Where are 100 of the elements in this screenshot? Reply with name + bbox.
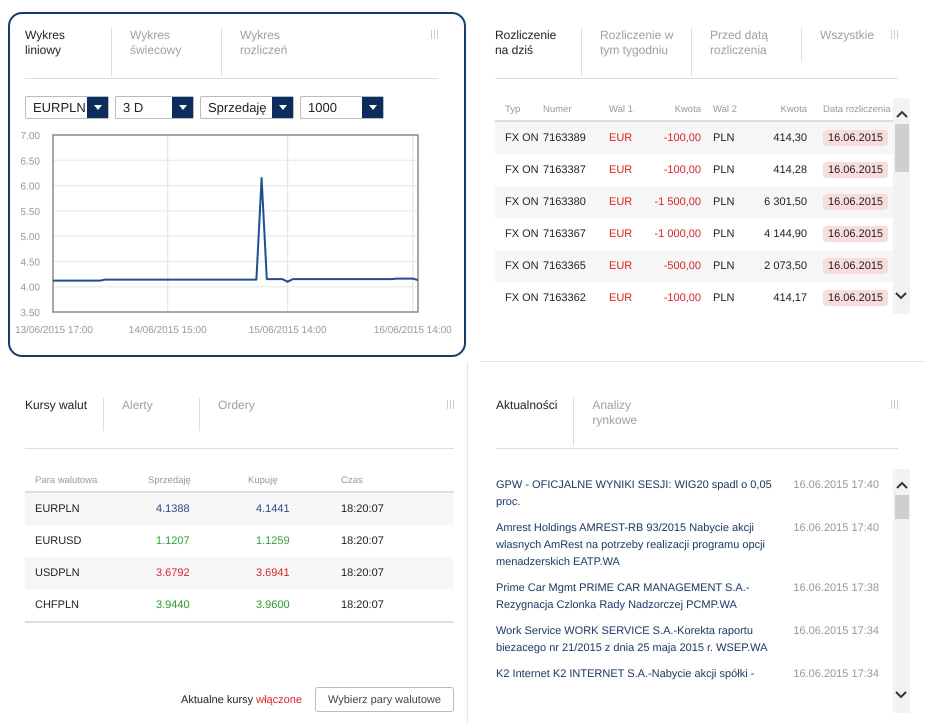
table-cell-text: EUR <box>608 228 634 240</box>
table-cell-text: 4 144,90 <box>763 228 808 240</box>
grip-icon[interactable] <box>431 30 438 39</box>
column-header: Data rozliczenia <box>822 104 892 114</box>
table-cell-text: PLN <box>712 196 736 208</box>
table-cell-text: -1 500,00 <box>654 196 702 208</box>
date-badge: 16.06.2015 <box>823 162 888 178</box>
table-cell-text: 7163389 <box>543 132 587 144</box>
scrollbar[interactable] <box>893 469 910 713</box>
table-cell-text: EUR <box>608 196 634 208</box>
table-cell-text: 18:20:07 <box>341 535 385 547</box>
scroll-thumb[interactable] <box>894 124 908 172</box>
dropdown[interactable]: 3 D <box>115 96 194 119</box>
tick-label: 6.50 <box>20 156 40 168</box>
table-cell-text: 3.6941 <box>255 567 291 579</box>
date-badge: 16.06.2015 <box>823 226 888 242</box>
table-cell-text: 1.1259 <box>255 535 291 547</box>
table-cell-text: 3.9600 <box>255 599 291 611</box>
column-header: Wal 2 <box>712 104 738 114</box>
column-header: Kwota <box>780 104 808 114</box>
rates-tab[interactable]: Kursy walut <box>25 398 104 431</box>
grip-icon[interactable] <box>447 400 454 409</box>
settlement-tab[interactable]: Rozliczenie na dziś <box>495 28 581 76</box>
news-headline-link[interactable]: K2 Internet K2 INTERNET S.A.-Nabycie akcji spółki - <box>496 666 792 683</box>
tick-label: 14/06/2015 15:00 <box>128 325 207 336</box>
table-cell-text: 414,30 <box>772 132 808 144</box>
scrollbar[interactable] <box>893 98 910 314</box>
table-cell-text: EUR <box>608 292 634 304</box>
date-badge: 16.06.2015 <box>823 258 888 274</box>
table-cell-text: -100,00 <box>662 292 702 304</box>
scroll-thumb[interactable] <box>894 495 908 519</box>
column-header: Numer <box>543 104 573 114</box>
news-headline-link[interactable]: Prime Car Mgmt PRIME CAR MANAGEMENT S.A.-Rezygnacja Czlonka Rady Nadzorczej PCMP.WA <box>496 580 792 614</box>
table-cell-text: EURPLN <box>35 503 81 515</box>
table-cell-text: 3.6792 <box>155 567 191 579</box>
table-cell-text: -100,00 <box>662 164 702 176</box>
news-time: 16.06.2015 17:38 <box>793 581 879 596</box>
tick-label: 4.50 <box>20 257 40 268</box>
tick-label: 3.50 <box>20 308 40 319</box>
table-cell-text: 414,17 <box>772 292 808 304</box>
date-badge: 16.06.2015 <box>823 194 888 210</box>
tick-label: 4.00 <box>20 282 40 294</box>
date-badge: 16.06.2015 <box>823 290 888 306</box>
table-cell-text: 7163362 <box>543 292 587 304</box>
caret-icon <box>94 105 102 110</box>
table-cell-text: 2 073,50 <box>763 260 808 272</box>
table-cell-text: EUR <box>608 132 634 144</box>
table-cell-text: FX ON <box>504 228 540 240</box>
dropdown[interactable]: Sprzedaję <box>200 96 294 119</box>
table-cell-text: FX ON <box>504 292 540 304</box>
table-cell-text: 18:20:07 <box>341 567 385 579</box>
table-cell-text: 7163387 <box>543 164 587 176</box>
table-cell-text: -500,00 <box>662 260 702 272</box>
table-cell-text: FX ON <box>504 132 540 144</box>
table-cell-text: 18:20:07 <box>341 503 385 515</box>
news-headline-link[interactable]: Work Service WORK SERVICE S.A.-Korekta raportu biezacego nr 21/2015 z dnia 25 maja 2015 r. WSEP.WA <box>496 623 792 657</box>
news-headline-link[interactable]: Amrest Holdings AMREST-RB 93/2015 Nabycie akcji wlasnych AmRest na potrzeby realizacji programu opcji menadzerskich EATP.WA <box>496 520 792 571</box>
table-cell-text: PLN <box>712 164 736 176</box>
table-cell-text: CHFPLN <box>35 599 80 611</box>
table-cell-text: 1.1207 <box>155 535 191 547</box>
news-time: 16.06.2015 17:34 <box>793 624 879 639</box>
table-cell-text: PLN <box>712 228 736 240</box>
grip-icon[interactable] <box>891 400 898 409</box>
table-cell-text: 6 301,50 <box>763 196 808 208</box>
dropdown[interactable]: EURPLN <box>25 96 109 119</box>
caret-icon <box>278 105 286 110</box>
grip-icon[interactable] <box>891 30 898 39</box>
table-cell-text: PLN <box>712 260 736 272</box>
select-pairs-button[interactable]: Wybierz pary walutowe <box>315 687 454 712</box>
table-cell-text: -100,00 <box>662 132 702 144</box>
table-cell-text: EUR <box>608 164 634 176</box>
table-cell-text: FX ON <box>504 164 540 176</box>
news-headline-link[interactable]: GPW - OFICJALNE WYNIKI SESJI: WIG20 spadl o 0,05 proc. <box>496 477 792 511</box>
tick-label: 15/06/2015 14:00 <box>248 325 327 336</box>
column-header: Wal 1 <box>608 104 634 114</box>
caret-icon <box>368 105 376 110</box>
date-badge: 16.06.2015 <box>823 130 888 146</box>
table-cell-text: PLN <box>712 132 736 144</box>
tick-label: 16/06/2015 14:00 <box>374 325 452 336</box>
news-tab[interactable]: Aktualności <box>496 398 574 431</box>
table-cell-text: 3.9440 <box>155 599 191 611</box>
status-label: Aktualne kursy <box>180 694 254 706</box>
table-cell-text: USDPLN <box>35 567 81 579</box>
table-cell-text: 7163365 <box>543 260 587 272</box>
column-header: Kwota <box>674 104 702 114</box>
table-cell-text: EURUSD <box>35 535 82 547</box>
news-time: 16.06.2015 17:40 <box>793 478 879 493</box>
tick-label: 7.00 <box>20 131 40 142</box>
tick-label: 5.00 <box>20 232 40 244</box>
table-cell-text: 7163367 <box>543 228 587 240</box>
chart-tab[interactable]: Wykres liniowy <box>25 28 111 76</box>
column-header: Czas <box>341 474 364 486</box>
table-cell-text: 4.1388 <box>155 503 191 515</box>
column-header: Para walutowa <box>35 474 98 486</box>
status-value: włączone <box>256 694 302 706</box>
news-time: 16.06.2015 17:40 <box>793 521 879 536</box>
dropdown[interactable]: 1000 <box>300 96 384 119</box>
tick-label: 5.50 <box>20 206 40 218</box>
table-cell-text: 4.1441 <box>255 503 291 515</box>
table-cell-text: EUR <box>608 260 634 272</box>
